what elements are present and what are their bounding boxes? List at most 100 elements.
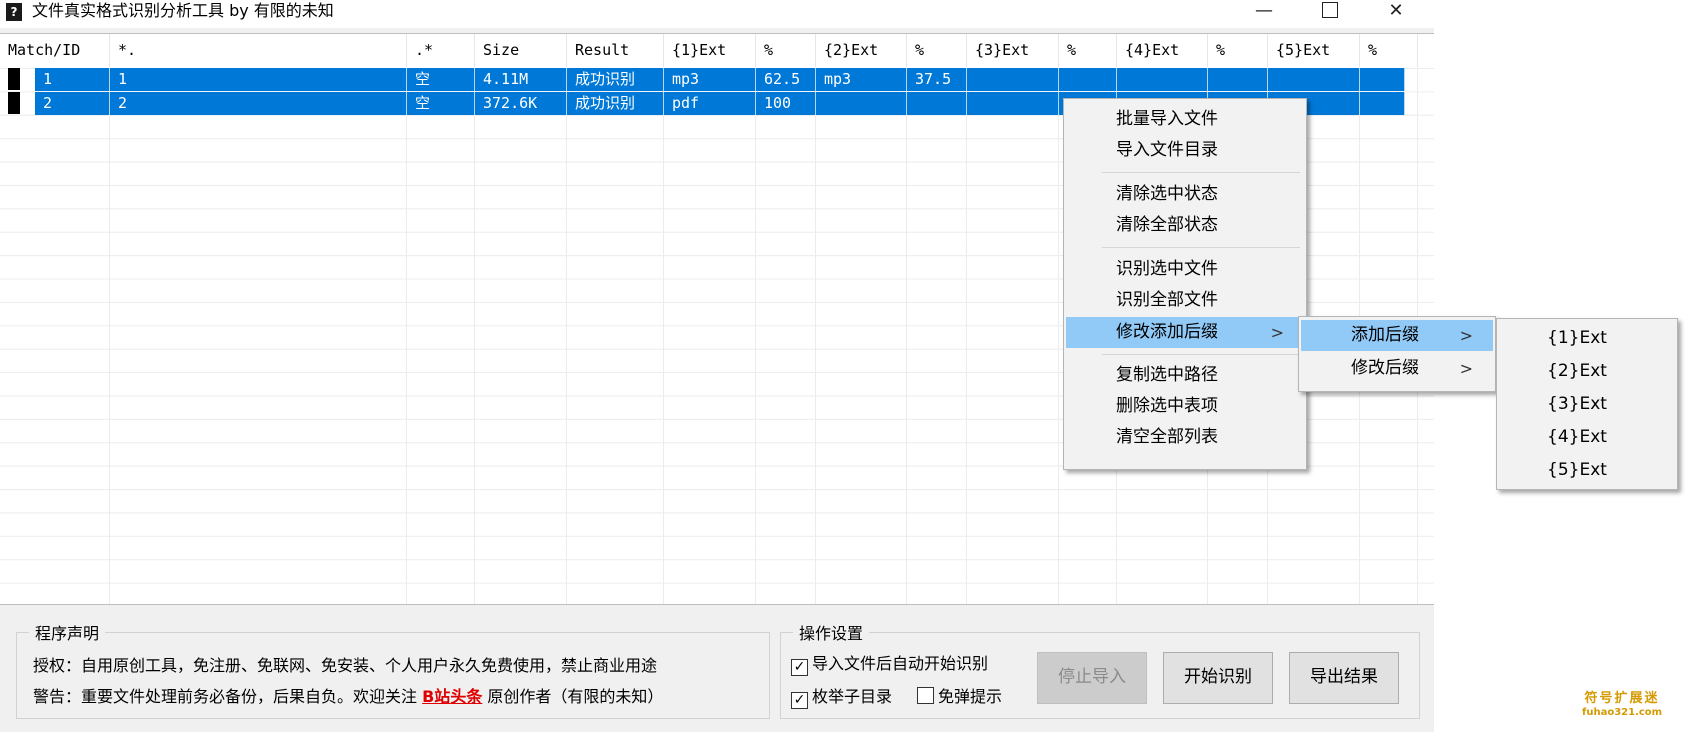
table-header: Match/ID *. .* Size Result {1}Ext % {2}E…	[0, 34, 1434, 67]
menu-item-copy-path[interactable]: 复制选中路径	[1066, 360, 1304, 391]
cell-pct4	[1208, 68, 1268, 91]
col-header-ext2[interactable]: {2}Ext	[816, 34, 907, 67]
submenu-item-add-suffix[interactable]: 添加后缀 >	[1301, 320, 1493, 351]
col-header-pct2[interactable]: %	[907, 34, 967, 67]
submenu-item-ext4[interactable]: {4}Ext	[1499, 422, 1675, 453]
submenu-item-modify-suffix-label: 修改后缀	[1351, 358, 1419, 378]
submenu-item-add-suffix-label: 添加后缀	[1351, 325, 1419, 345]
col-header-pct1[interactable]: %	[756, 34, 816, 67]
cell-ext4	[1117, 68, 1208, 91]
col-header-pct5[interactable]: %	[1360, 34, 1418, 67]
checkbox-checked-icon: ✓	[791, 692, 808, 709]
cell-pct2	[907, 92, 967, 115]
maximize-button[interactable]	[1300, 0, 1360, 24]
cell-pct1: 62.5	[756, 68, 816, 91]
no-popup-label: 免弹提示	[938, 687, 1003, 706]
column-divider	[966, 68, 967, 604]
checkbox-unchecked-icon	[917, 687, 934, 704]
site-watermark: 符号扩展迷 fuhao321.com	[1582, 692, 1662, 720]
cell-ext1: mp3	[664, 68, 756, 91]
col-header-ext4[interactable]: {4}Ext	[1117, 34, 1208, 67]
menu-item-delete-selected[interactable]: 删除选中表项	[1066, 391, 1304, 422]
cell-pct3	[1059, 68, 1117, 91]
menu-separator	[1102, 247, 1300, 248]
cell-result: 成功识别	[567, 92, 664, 115]
column-divider	[406, 68, 407, 604]
column-divider	[815, 68, 816, 604]
statement-title: 程序声明	[29, 620, 106, 644]
submenu-item-modify-suffix[interactable]: 修改后缀 >	[1301, 353, 1493, 384]
col-header-result[interactable]: Result	[567, 34, 664, 67]
cell-pct2: 37.5	[907, 68, 967, 91]
close-button[interactable]: ✕	[1366, 0, 1426, 24]
cell-pct5	[1360, 68, 1405, 91]
bilibili-link[interactable]: B站	[422, 687, 450, 706]
stop-import-button[interactable]: 停止导入	[1037, 652, 1147, 704]
cell-ext3	[967, 68, 1059, 91]
col-header-ext3[interactable]: {3}Ext	[967, 34, 1059, 67]
cell-ext1: pdf	[664, 92, 756, 115]
col-header-match-id[interactable]: Match/ID	[0, 34, 110, 67]
export-results-button[interactable]: 导出结果	[1289, 652, 1399, 704]
menu-item-batch-import[interactable]: 批量导入文件	[1066, 104, 1304, 135]
checkbox-checked-icon: ✓	[791, 659, 808, 676]
cell-name: 1	[110, 68, 407, 91]
menu-item-recognize-all[interactable]: 识别全部文件	[1066, 285, 1304, 316]
toutiao-link[interactable]: 头条	[450, 687, 482, 706]
title-bar[interactable]: ? 文件真实格式识别分析工具 by 有限的未知 — ✕	[0, 0, 1434, 28]
col-header-name[interactable]: *.	[110, 34, 407, 67]
menu-separator	[1102, 354, 1300, 355]
menu-item-modify-suffix[interactable]: 修改添加后缀 >	[1066, 317, 1304, 348]
minimize-button[interactable]: —	[1234, 0, 1294, 24]
cell-pct1: 100	[756, 92, 816, 115]
col-header-ext5[interactable]: {5}Ext	[1268, 34, 1360, 67]
cell-match-id: 1	[35, 68, 110, 91]
menu-item-modify-suffix-label: 修改添加后缀	[1116, 322, 1218, 342]
cell-size: 4.11M	[475, 68, 567, 91]
cell-name: 2	[110, 92, 407, 115]
row-marker	[8, 68, 20, 90]
license-text: 授权：自用原创工具，免注册、免联网、免安装、个人用户永久免费使用，禁止商业用途	[33, 656, 658, 675]
col-header-pct3[interactable]: %	[1059, 34, 1117, 67]
col-header-size[interactable]: Size	[475, 34, 567, 67]
settings-title: 操作设置	[793, 620, 870, 644]
menu-item-import-dir[interactable]: 导入文件目录	[1066, 135, 1304, 166]
cell-pct5	[1360, 92, 1405, 115]
question-app-icon: ?	[6, 3, 22, 21]
auto-start-checkbox[interactable]: ✓ 导入文件后自动开始识别	[791, 650, 988, 676]
cell-ext5	[1268, 68, 1360, 91]
column-divider	[109, 68, 110, 604]
column-divider	[755, 68, 756, 604]
cell-ext: 空	[407, 92, 475, 115]
menu-item-recognize-selected[interactable]: 识别选中文件	[1066, 254, 1304, 285]
start-recognize-button[interactable]: 开始识别	[1163, 652, 1273, 704]
cell-ext2: mp3	[816, 68, 907, 91]
table-row[interactable]: 1 1 空 4.11M 成功识别 mp3 62.5 mp3 37.5	[35, 68, 1405, 91]
submenu-item-ext1[interactable]: {1}Ext	[1499, 323, 1675, 354]
menu-item-clear-all-status[interactable]: 清除全部状态	[1066, 210, 1304, 241]
cell-ext3	[967, 92, 1059, 115]
no-popup-checkbox[interactable]: 免弹提示	[917, 683, 1002, 707]
submenu-item-ext5[interactable]: {5}Ext	[1499, 455, 1675, 486]
menu-item-clear-list[interactable]: 清空全部列表	[1066, 422, 1304, 453]
chevron-right-icon: >	[1270, 323, 1284, 342]
chevron-right-icon: >	[1459, 326, 1473, 345]
window-title: 文件真实格式识别分析工具 by 有限的未知	[32, 1, 334, 20]
statement-group: 程序声明 授权：自用原创工具，免注册、免联网、免安装、个人用户永久免费使用，禁止…	[16, 620, 770, 719]
col-header-pct4[interactable]: %	[1208, 34, 1268, 67]
menu-item-clear-selected-status[interactable]: 清除选中状态	[1066, 179, 1304, 210]
submenu-item-ext3[interactable]: {3}Ext	[1499, 389, 1675, 420]
column-divider	[474, 68, 475, 604]
chevron-right-icon: >	[1459, 359, 1473, 378]
context-menu: 批量导入文件 导入文件目录 清除选中状态 清除全部状态 识别选中文件 识别全部文…	[1063, 98, 1307, 470]
ext-submenu: {1}Ext {2}Ext {3}Ext {4}Ext {5}Ext	[1496, 318, 1678, 490]
cell-match-id: 2	[35, 92, 110, 115]
col-header-ext1[interactable]: {1}Ext	[664, 34, 756, 67]
submenu-item-ext2[interactable]: {2}Ext	[1499, 356, 1675, 387]
enum-subdirs-checkbox[interactable]: ✓ 枚举子目录	[791, 683, 892, 709]
cell-size: 372.6K	[475, 92, 567, 115]
warning-text: 警告：重要文件处理前务必备份，后果自负。欢迎关注 B站头条 原创作者（有限的未知…	[33, 683, 663, 707]
suffix-submenu: 添加后缀 > 修改后缀 >	[1298, 316, 1496, 392]
warning-prefix: 警告：重要文件处理前务必备份，后果自负。欢迎关注	[33, 687, 418, 706]
col-header-ext[interactable]: .*	[407, 34, 475, 67]
